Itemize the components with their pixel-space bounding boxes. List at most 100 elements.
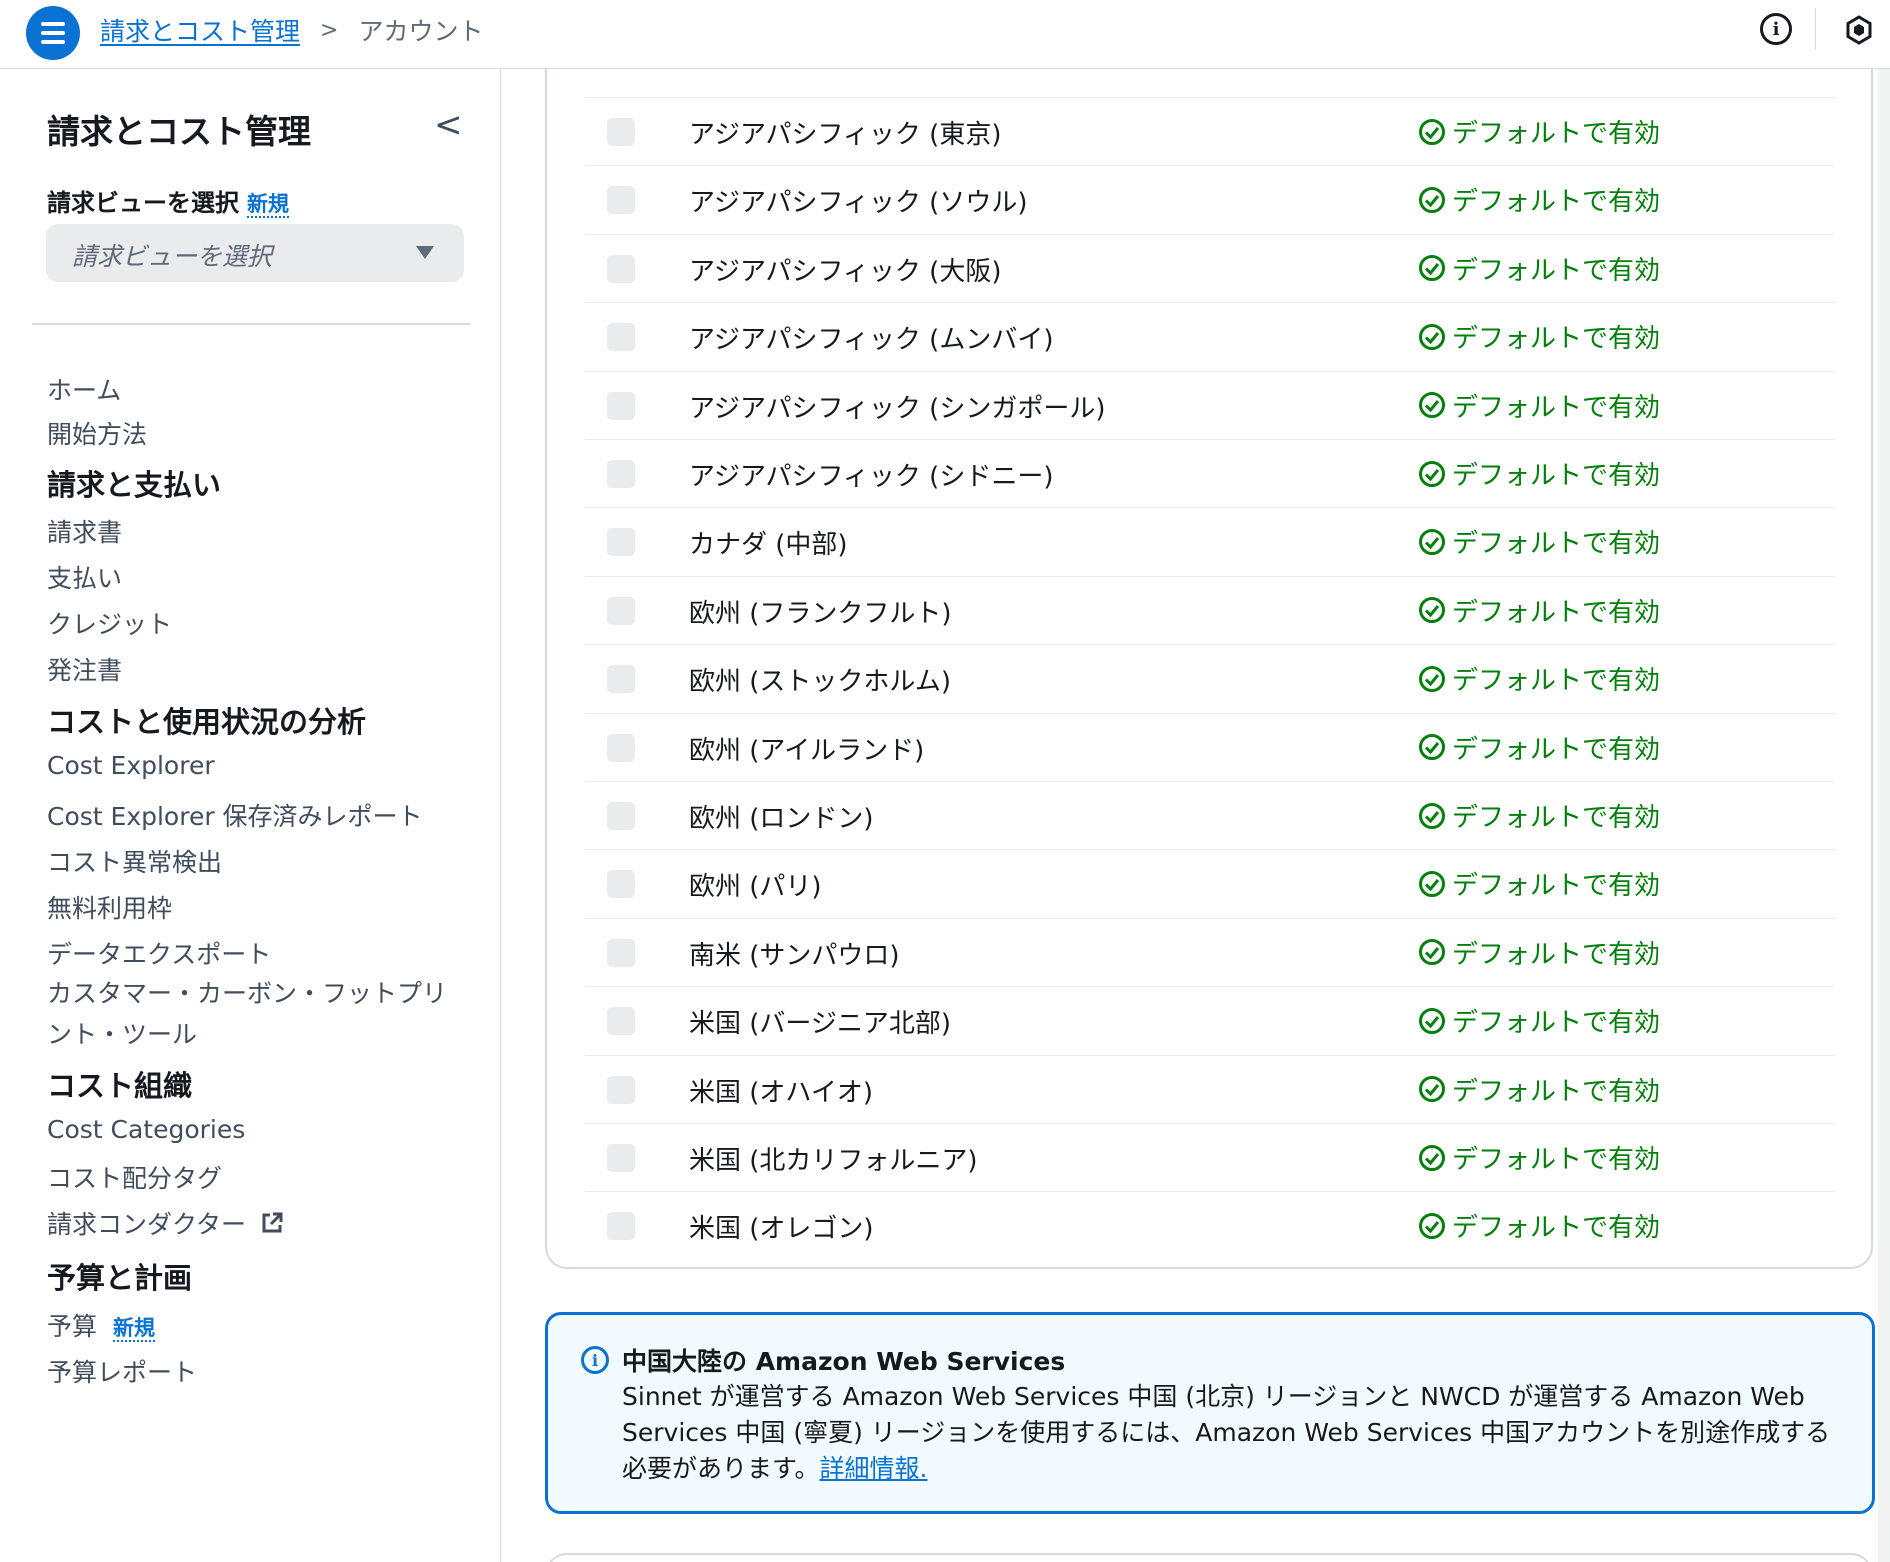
region-checkbox[interactable]: [607, 1075, 635, 1104]
region-row[interactable]: 欧州 (パリ) デフォルトで有効: [585, 849, 1835, 918]
region-status-text: デフォルトで有効: [1452, 1076, 1661, 1107]
region-checkbox[interactable]: [607, 1007, 635, 1036]
menu-icon[interactable]: [26, 6, 80, 60]
info-icon[interactable]: i: [1760, 13, 1792, 45]
region-row[interactable]: 欧州 (フランクフルト) デフォルトで有効: [585, 575, 1835, 645]
sidebar-item-credits[interactable]: クレジット: [47, 605, 172, 641]
region-checkbox[interactable]: [607, 323, 635, 352]
region-checkbox[interactable]: [607, 733, 635, 762]
china-region-info-alert: i 中国大陸の Amazon Web Services Sinnet が運営する…: [545, 1312, 1875, 1514]
new-badge[interactable]: 新規: [247, 192, 289, 218]
sidebar-item-cost-allocation-tags[interactable]: コスト配分タグ: [47, 1159, 222, 1195]
region-status-text: デフォルトで有効: [1452, 871, 1661, 902]
sidebar-item-budgets[interactable]: 予算 新規: [47, 1307, 156, 1343]
region-checkbox[interactable]: [607, 528, 635, 557]
region-name: アジアパシフィック (東京): [689, 120, 1002, 150]
region-row[interactable]: アジアパシフィック (シンガポール) デフォルトで有効: [585, 370, 1835, 440]
region-status-text: デフォルトで有効: [1452, 939, 1661, 970]
region-status-text: デフォルトで有効: [1452, 597, 1661, 628]
region-row[interactable]: 欧州 (ロンドン) デフォルトで有効: [585, 781, 1835, 850]
region-status: デフォルトで有効: [1418, 181, 1660, 218]
cloudshell-hexagon-icon[interactable]: [1843, 14, 1875, 46]
breadcrumb-link-billing[interactable]: 請求とコスト管理: [100, 12, 300, 48]
sidebar-item-cost-explorer[interactable]: Cost Explorer: [47, 751, 215, 780]
region-row[interactable]: カナダ (中部) デフォルトで有効: [585, 507, 1835, 576]
sidebar-item-purchase-orders[interactable]: 発注書: [47, 651, 122, 687]
check-circle-icon: [1419, 186, 1445, 213]
sidebar-item-budgets-label: 予算: [47, 1312, 98, 1341]
region-status-text: デフォルトで有効: [1452, 734, 1661, 765]
region-row[interactable]: アジアパシフィック (東京) デフォルトで有効: [585, 97, 1835, 166]
sidebar-item-data-exports[interactable]: データエクスポート: [47, 935, 271, 971]
region-status-text: デフォルトで有効: [1452, 1145, 1661, 1175]
sidebar-title[interactable]: 請求とコスト管理: [47, 105, 311, 153]
region-status: デフォルトで有効: [1418, 1071, 1660, 1108]
info-icon: i: [581, 1346, 609, 1374]
region-status: デフォルトで有効: [1418, 660, 1660, 697]
region-checkbox[interactable]: [607, 118, 635, 146]
billing-view-select[interactable]: 請求ビューを選択: [46, 224, 464, 282]
region-row[interactable]: アジアパシフィック (シドニー) デフォルトで有効: [585, 439, 1835, 508]
region-checkbox[interactable]: [607, 596, 635, 625]
region-checkbox[interactable]: [607, 665, 635, 694]
region-checkbox[interactable]: [607, 938, 635, 967]
region-row[interactable]: 米国 (バージニア北部) デフォルトで有効: [585, 986, 1835, 1055]
region-checkbox[interactable]: [607, 1212, 635, 1241]
regions-table-card: アジアパシフィック (東京) デフォルトで有効 アジアパシフィック (ソウル) デフォ…: [545, 69, 1873, 1269]
billing-view-label-text: 請求ビューを選択: [47, 189, 239, 217]
region-row[interactable]: 欧州 (アイルランド) デフォルトで有効: [585, 712, 1835, 782]
region-checkbox[interactable]: [607, 870, 635, 899]
learn-more-link[interactable]: 詳細情報.: [820, 1454, 928, 1483]
region-row[interactable]: 米国 (北カリフォルニア) デフォルトで有効: [585, 1123, 1835, 1192]
region-checkbox[interactable]: [607, 802, 635, 830]
top-navigation-bar: 請求とコスト管理 > アカウント i: [0, 0, 1890, 69]
check-circle-icon: [1419, 1212, 1445, 1239]
region-row[interactable]: アジアパシフィック (ムンバイ) デフォルトで有効: [585, 302, 1835, 371]
region-checkbox[interactable]: [607, 1144, 635, 1172]
region-status-text: デフォルトで有効: [1452, 187, 1661, 218]
sidebar-item-budget-reports[interactable]: 予算レポート: [47, 1353, 197, 1389]
region-status: デフォルトで有効: [1418, 387, 1660, 424]
breadcrumb: 請求とコスト管理 > アカウント: [100, 12, 483, 48]
region-status: デフォルトで有効: [1418, 250, 1660, 287]
side-navigation: 請求とコスト管理 < 請求ビューを選択 新規 請求ビューを選択 ホーム 開始方法 …: [0, 69, 501, 1562]
sidebar-item-cost-categories[interactable]: Cost Categories: [47, 1115, 245, 1144]
sidebar-item-free-tier[interactable]: 無料利用枠: [47, 889, 172, 925]
region-checkbox[interactable]: [607, 460, 635, 488]
sidebar-item-payments[interactable]: 支払い: [47, 559, 122, 595]
region-status: デフォルトで有効: [1418, 934, 1660, 971]
next-section-card: [545, 1553, 1873, 1562]
breadcrumb-current-page: アカウント: [358, 17, 484, 46]
check-circle-icon: [1419, 870, 1445, 897]
region-checkbox[interactable]: [607, 391, 635, 420]
region-row[interactable]: 南米 (サンパウロ) デフォルトで有効: [585, 917, 1835, 987]
region-name: 南米 (サンパウロ): [689, 940, 900, 971]
region-row[interactable]: アジアパシフィック (大阪) デフォルトで有効: [585, 233, 1835, 303]
sidebar-section-budgets-planning: 予算と計画: [47, 1261, 193, 1295]
region-row[interactable]: 米国 (オハイオ) デフォルトで有効: [585, 1054, 1835, 1124]
region-checkbox[interactable]: [607, 186, 635, 215]
collapse-sidebar-icon[interactable]: <: [434, 105, 463, 145]
new-badge[interactable]: 新規: [113, 1316, 156, 1342]
sidebar-item-saved-reports[interactable]: Cost Explorer 保存済みレポート: [47, 797, 423, 833]
info-alert-text: Sinnet が運営する Amazon Web Services 中国 (北京)…: [622, 1382, 1831, 1483]
sidebar-item-billing-conductor[interactable]: 請求コンダクター: [47, 1205, 284, 1241]
check-circle-icon: [1419, 323, 1445, 350]
check-circle-icon: [1419, 734, 1445, 761]
region-name: 欧州 (パリ): [689, 872, 822, 903]
region-row[interactable]: 米国 (オレゴン) デフォルトで有効: [585, 1191, 1835, 1260]
region-status-text: デフォルトで有効: [1452, 803, 1661, 833]
sidebar-item-getting-started[interactable]: 開始方法: [47, 415, 147, 451]
check-circle-icon: [1419, 1076, 1445, 1103]
region-checkbox[interactable]: [607, 254, 635, 283]
region-status: デフォルトで有効: [1418, 1207, 1660, 1244]
region-status-text: デフォルトで有効: [1452, 461, 1661, 491]
sidebar-item-carbon-footprint[interactable]: カスタマー・カーボン・フットプリント・ツール: [47, 973, 467, 1055]
region-name: カナダ (中部): [689, 530, 848, 561]
region-row[interactable]: アジアパシフィック (ソウル) デフォルトで有効: [585, 165, 1835, 234]
region-row[interactable]: 欧州 (ストックホルム) デフォルトで有効: [585, 644, 1835, 713]
sidebar-item-anomaly-detection[interactable]: コスト異常検出: [47, 843, 222, 879]
sidebar-item-bills[interactable]: 請求書: [47, 513, 122, 549]
sidebar-item-home[interactable]: ホーム: [47, 371, 121, 407]
region-status-text: デフォルトで有効: [1452, 1008, 1661, 1039]
